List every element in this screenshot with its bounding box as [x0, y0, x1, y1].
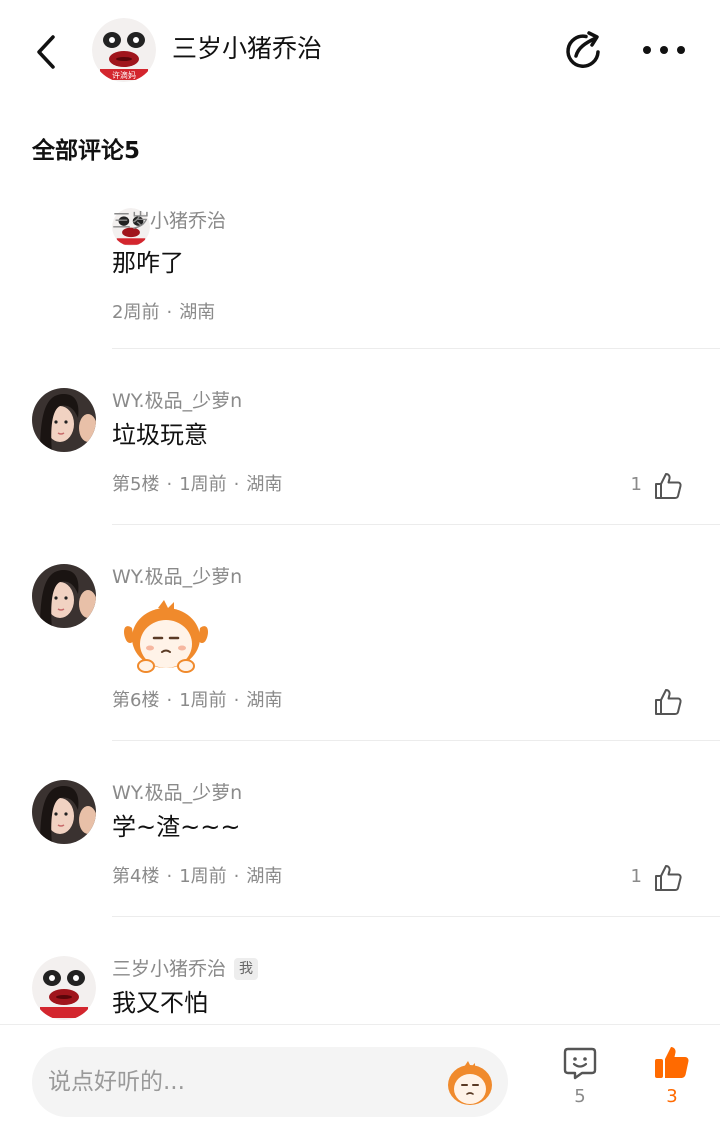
comment-floor: 第6楼 — [112, 690, 160, 711]
comment-floor: 第5楼 — [112, 474, 160, 495]
meta-separator: · — [166, 690, 173, 711]
commenter-name[interactable]: WY.极品_少萝n — [112, 388, 242, 414]
meta-separator: · — [166, 302, 173, 323]
comment-meta: 第4楼 · 1周前 · 湖南 — [112, 864, 282, 890]
chevron-left-icon — [37, 35, 55, 69]
comment-location: 湖南 — [246, 690, 283, 711]
commenter-name[interactable]: 三岁小猪乔治我 — [112, 956, 259, 982]
author-name[interactable]: 三岁小猪乔治 — [172, 32, 322, 66]
comment-time: 1周前 — [179, 690, 227, 711]
comment-count: 5 — [574, 1086, 586, 1107]
like-button[interactable] — [650, 468, 686, 504]
comment-text: 我又不怕 — [112, 989, 208, 1017]
more-options-button[interactable] — [640, 30, 688, 70]
thumbs-up-filled-icon — [655, 1047, 689, 1078]
comment-text: 垃圾玩意 — [112, 421, 208, 449]
comment-bubble-icon — [563, 1047, 597, 1080]
commenter-avatar[interactable] — [32, 564, 96, 628]
divider — [112, 524, 720, 525]
thumbs-up-icon — [655, 865, 682, 891]
thumbs-up-icon — [655, 473, 682, 499]
more-dots-icon — [643, 46, 685, 54]
thumbs-up-icon — [655, 689, 682, 715]
commenter-avatar[interactable] — [32, 388, 96, 452]
commenter-name-text: 三岁小猪乔治 — [112, 958, 227, 980]
share-button[interactable] — [560, 28, 606, 74]
comment-text: 学~渣~~~ — [112, 813, 241, 841]
share-icon — [566, 31, 600, 68]
input-placeholder: 说点好听的... — [48, 1069, 185, 1095]
meta-separator: · — [166, 866, 173, 887]
self-badge: 我 — [234, 958, 259, 980]
back-button[interactable] — [28, 32, 64, 72]
commenter-name[interactable]: WY.极品_少萝n — [112, 780, 242, 806]
comment-time: 1周前 — [179, 474, 227, 495]
top-bar: 许滴妈 三岁小猪乔治 — [0, 0, 720, 100]
meta-separator: · — [233, 474, 240, 495]
comment-meta: 第6楼 · 1周前 · 湖南 — [112, 688, 282, 714]
like-count-total: 3 — [666, 1086, 678, 1107]
meta-separator: · — [166, 474, 173, 495]
commenter-avatar[interactable] — [32, 780, 96, 844]
author-avatar[interactable]: 许滴妈 — [92, 18, 156, 82]
comment-time: 1周前 — [179, 866, 227, 887]
commenter-name[interactable]: WY.极品_少萝n — [112, 564, 242, 590]
commenter-avatar[interactable] — [32, 956, 96, 1020]
comment-text: 那咋了 — [112, 249, 184, 277]
comment-input[interactable]: 说点好听的... — [32, 1047, 508, 1117]
like-post-button[interactable]: 3 — [642, 1045, 702, 1125]
commenter-name[interactable]: 三岁小猪乔治 — [112, 208, 226, 234]
comment-meta: 2周前 · 湖南 — [112, 300, 215, 326]
divider — [112, 916, 720, 917]
like-button[interactable] — [650, 684, 686, 720]
comments-section-title: 全部评论5 — [32, 138, 141, 164]
orange-mascot-sticker[interactable] — [118, 598, 214, 676]
bottom-bar: 说点好听的... 5 3 — [0, 1024, 720, 1136]
like-button[interactable] — [650, 860, 686, 896]
like-count: 1 — [630, 866, 642, 887]
avatar-caption: 许滴妈 — [112, 70, 136, 80]
comments-button[interactable]: 5 — [550, 1045, 610, 1125]
comment-time: 2周前 — [112, 302, 160, 323]
comment-meta: 第5楼 · 1周前 · 湖南 — [112, 472, 282, 498]
comment-location: 湖南 — [246, 866, 283, 887]
comment-floor: 第4楼 — [112, 866, 160, 887]
mascot-emoji-icon — [448, 1061, 492, 1105]
meta-separator: · — [233, 690, 240, 711]
comment-location: 湖南 — [246, 474, 283, 495]
comment-location: 湖南 — [179, 302, 216, 323]
divider — [112, 348, 720, 349]
emoji-sticker-button[interactable] — [444, 1057, 496, 1109]
like-count: 1 — [630, 474, 642, 495]
divider — [112, 740, 720, 741]
meta-separator: · — [233, 866, 240, 887]
